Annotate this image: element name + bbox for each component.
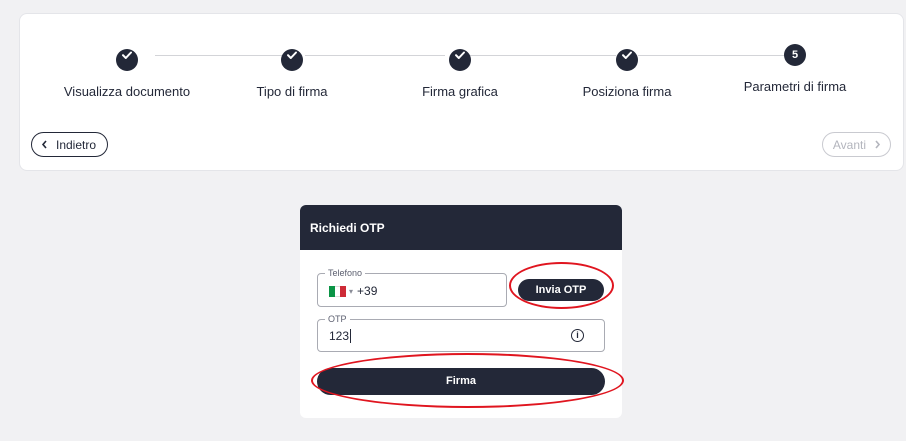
sign-button[interactable]: Firma [317,368,605,395]
chevron-right-icon [874,138,881,152]
step-number: 5 [784,44,806,66]
step-visualizza-documento: Visualizza documento [37,44,217,99]
step-firma-grafica: Firma grafica [370,44,550,99]
chevron-left-icon [41,138,48,152]
next-button[interactable]: Avanti [821,132,891,157]
flag-italy-icon[interactable] [329,285,347,297]
step-label: Parametri di firma [743,79,847,94]
step-label: Posiziona firma [582,84,672,99]
phone-field[interactable]: Telefono ▾ +39 [317,268,507,307]
step-tipo-di-firma: Tipo di firma [202,44,382,99]
otp-input-value[interactable]: 123 [329,329,352,343]
phone-field-legend: Telefono [325,268,366,279]
chevron-down-icon[interactable]: ▾ [349,287,353,296]
stepper-card: Visualizza documento Tipo di firma Firma… [19,13,904,171]
back-button[interactable]: Indietro [31,132,109,157]
info-icon[interactable]: i [571,329,584,342]
check-icon [616,49,638,71]
step-label: Firma grafica [422,84,498,99]
step-label: Tipo di firma [256,84,328,99]
step-label: Visualizza documento [63,84,191,99]
check-icon [116,49,138,71]
check-icon [449,49,471,71]
step-parametri-di-firma: 5 Parametri di firma [705,44,885,94]
back-button-label: Indietro [56,137,97,152]
otp-card: Richiedi OTP Telefono ▾ +39 Invia OTP OT… [300,205,622,418]
next-button-label: Avanti [832,137,866,152]
otp-card-title: Richiedi OTP [300,205,622,250]
check-icon [281,49,303,71]
send-otp-button[interactable]: Invia OTP [518,279,604,301]
otp-field-legend: OTP [325,314,350,325]
otp-field[interactable]: OTP 123 i [317,314,605,352]
phone-prefix[interactable]: +39 [357,284,377,298]
step-posiziona-firma: Posiziona firma [537,44,717,99]
